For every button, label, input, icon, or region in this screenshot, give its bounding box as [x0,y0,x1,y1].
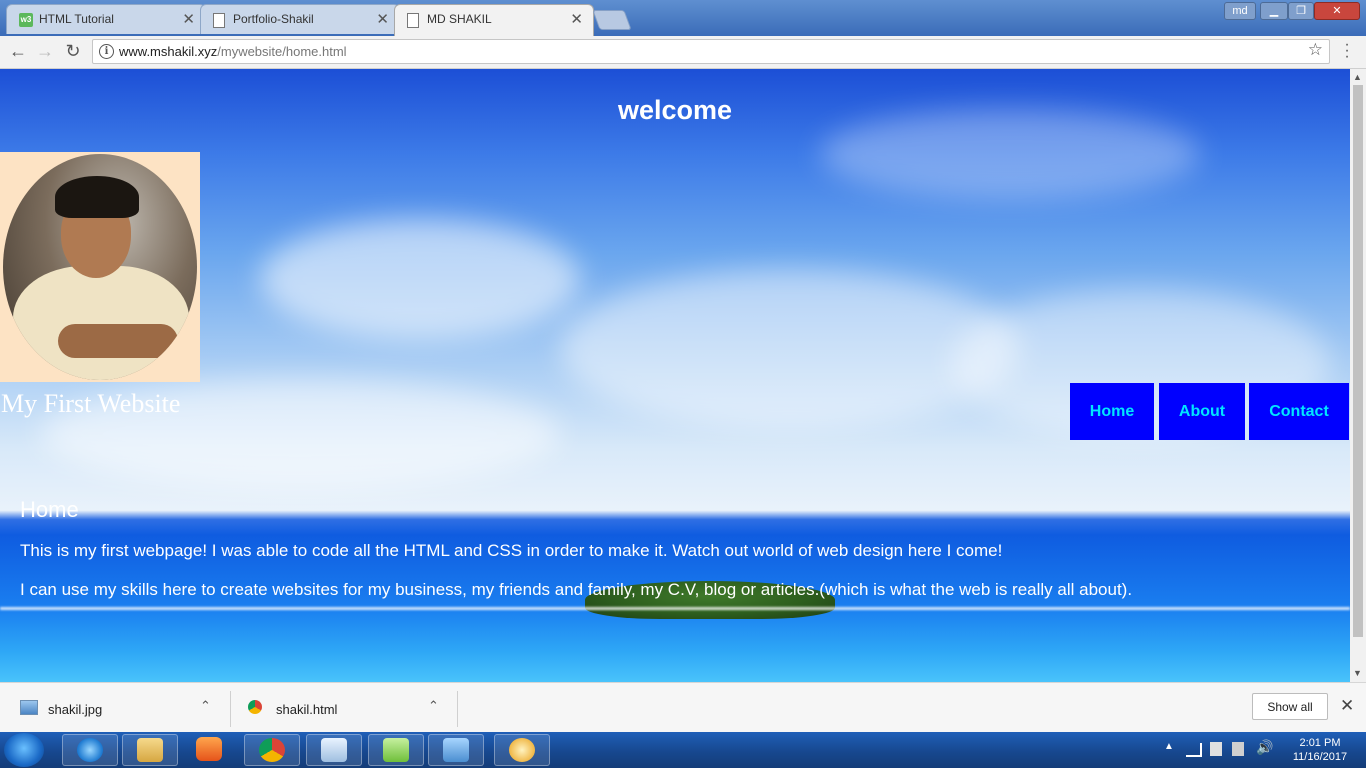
download-filename: shakil.jpg [48,702,103,717]
close-icon[interactable]: ✕ [376,10,389,28]
notepad-plus-icon [383,738,409,762]
minimize-button[interactable]: ▁ [1260,2,1288,20]
tab-strip: w3 HTML Tutorial ✕ Portfolio-Shakil ✕ MD… [0,0,1366,36]
taskbar-app[interactable] [62,734,118,766]
tab-title: MD SHAKIL [427,12,492,26]
profile-photo [0,152,200,382]
taskbar-app[interactable] [368,734,424,766]
new-tab-button[interactable] [592,10,632,30]
clock[interactable]: 2:01 PM 11/16/2017 [1280,736,1360,764]
page-icon [407,13,419,28]
page-welcome-heading: welcome [617,95,733,125]
taskbar-app[interactable] [244,734,300,766]
taskbar-app[interactable] [428,734,484,766]
site-title: My First Website [1,389,181,418]
home-section: Home This is my first webpage! I was abl… [20,497,1330,599]
notepad-icon [321,738,347,762]
chevron-up-icon[interactable]: ⌃ [200,698,211,714]
reload-icon[interactable]: ↻ [61,39,85,63]
cloud [560,269,1020,429]
restore-button[interactable]: ❐ [1288,2,1314,20]
menu-icon[interactable]: · · · [1340,37,1354,65]
scroll-up-icon[interactable]: ▲ [1353,72,1362,82]
show-all-button[interactable]: Show all [1252,693,1328,720]
tab-portfolio-shakil[interactable]: Portfolio-Shakil ✕ [200,4,400,34]
address-bar[interactable]: i www.mshakil.xyz/mywebsite/home.html ☆ [92,39,1330,64]
close-icon[interactable]: ✕ [1340,696,1354,716]
section-heading: Home [20,497,79,522]
info-icon[interactable]: i [99,44,114,59]
nav-about[interactable]: About [1159,383,1245,440]
tab-html-tutorial[interactable]: w3 HTML Tutorial ✕ [6,4,206,34]
action-center-flag-icon[interactable] [1210,742,1222,756]
download-filename: shakil.html [276,702,338,717]
tab-md-shakil[interactable]: MD SHAKIL ✕ [394,4,594,36]
chrome-file-icon [248,700,262,714]
cloud [260,219,580,339]
image-file-icon [20,700,38,715]
page-icon [213,13,225,28]
tab-title: Portfolio-Shakil [233,12,314,26]
paragraph: This is my first webpage! I was able to … [20,541,1003,560]
scroll-down-icon[interactable]: ▼ [1353,668,1362,678]
browser-toolbar: ← → ↻ i www.mshakil.xyz/mywebsite/home.h… [0,36,1366,69]
power-icon[interactable] [1232,742,1244,756]
w3schools-icon: w3 [19,13,33,27]
chevron-up-icon[interactable]: ⌃ [428,698,439,714]
taskbar-app[interactable] [182,734,238,766]
taskbar-app[interactable] [306,734,362,766]
paint-icon [509,738,535,762]
download-item[interactable]: shakil.html ⌃ [228,683,458,733]
bookmark-star-icon[interactable]: ☆ [1308,40,1323,60]
profile-button[interactable]: md [1224,2,1256,20]
media-player-icon [196,737,222,761]
picture-viewer-icon [443,738,469,762]
scrollbar-thumb[interactable] [1353,85,1363,637]
volume-icon[interactable]: 🔊 [1256,739,1273,756]
taskbar-app[interactable] [494,734,550,766]
taskbar: ▲ 🔊 2:01 PM 11/16/2017 [0,732,1366,768]
show-hidden-icons-icon[interactable]: ▲ [1164,741,1174,752]
close-window-button[interactable]: ✕ [1314,2,1360,20]
nav-contact[interactable]: Contact [1249,383,1349,440]
clock-time: 2:01 PM [1299,737,1341,749]
close-icon[interactable]: ✕ [182,10,195,28]
nav-home[interactable]: Home [1070,383,1154,440]
url-text: www.mshakil.xyz/mywebsite/home.html [119,44,347,59]
network-signal-icon[interactable] [1186,743,1202,757]
download-item[interactable]: shakil.jpg ⌃ [0,683,230,733]
forward-arrow-icon[interactable]: → [33,39,57,63]
chrome-icon [259,738,285,762]
internet-explorer-icon [77,738,103,762]
page-viewport: welcome My First Website Home About Cont… [0,69,1350,682]
surf-line [0,607,1350,610]
close-icon[interactable]: ✕ [570,10,583,28]
vertical-scrollbar[interactable]: ▲ ▼ [1350,69,1366,682]
paragraph: I can use my skills here to create websi… [20,580,1133,599]
start-button[interactable] [4,733,44,767]
file-explorer-icon [137,738,163,762]
clock-date: 11/16/2017 [1292,751,1348,763]
back-arrow-icon[interactable]: ← [6,39,30,63]
taskbar-app[interactable] [122,734,178,766]
tab-title: HTML Tutorial [39,12,114,26]
download-shelf: shakil.jpg ⌃ shakil.html ⌃ Show all ✕ [0,682,1366,733]
